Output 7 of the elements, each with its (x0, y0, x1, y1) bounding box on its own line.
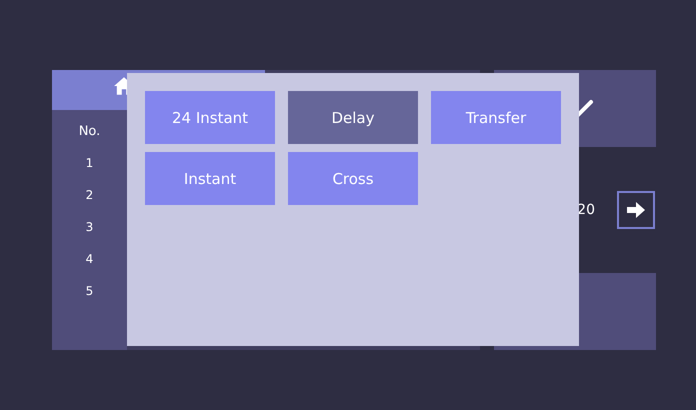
row-number: 2 (86, 187, 94, 204)
column-header: No. (78, 124, 100, 139)
row-number: 3 (86, 219, 94, 236)
row-number: 5 (86, 283, 94, 300)
row-number: 4 (86, 251, 94, 268)
value-text: 20 (577, 202, 595, 218)
row-number: 1 (86, 155, 94, 172)
